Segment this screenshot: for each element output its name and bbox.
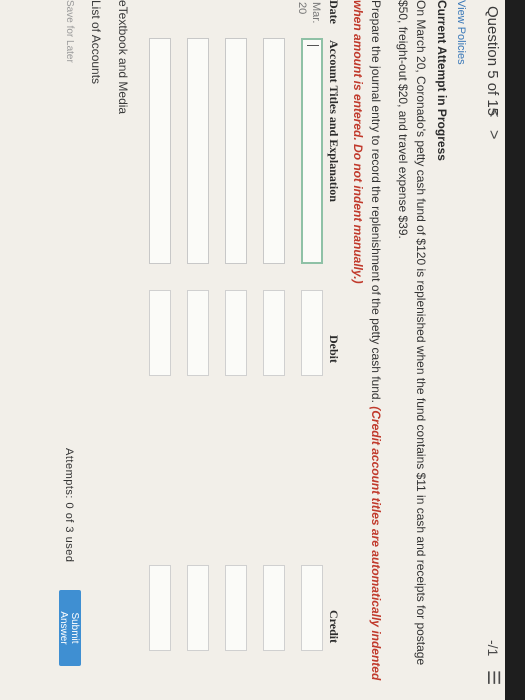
menu-icon[interactable]: ☰ (483, 670, 503, 685)
save-for-later-link[interactable]: Save for Later (64, 0, 75, 63)
text-cursor (307, 45, 319, 46)
debit-amount-input[interactable] (187, 290, 209, 376)
credit-amount-input[interactable] (187, 565, 209, 651)
question-counter: Question 5 of 15 (484, 6, 501, 117)
account-title-input[interactable] (263, 38, 285, 264)
list-of-accounts-link[interactable]: List of Accounts (89, 0, 103, 84)
instructions-text: Prepare the journal entry to record the … (369, 0, 383, 403)
view-policies-link[interactable]: View Policies (455, 0, 467, 65)
account-title-input[interactable] (225, 38, 247, 264)
attempt-status: Current Attempt in Progress (435, 0, 449, 161)
account-title-input[interactable] (149, 38, 171, 264)
top-bar (505, 0, 525, 700)
account-title-input[interactable] (301, 38, 323, 264)
assignment-page: Question 5 of 15 < > -/1 ☰ View Policies… (0, 0, 525, 700)
screen: Question 5 of 15 < > -/1 ☰ View Policies… (0, 0, 525, 700)
submit-answer-button[interactable]: Submit Answer (58, 590, 81, 666)
column-header-debit: Debit (327, 335, 341, 363)
chevron-left-icon[interactable]: < (484, 108, 502, 117)
column-header-credit: Credit (327, 610, 341, 644)
column-header-account: Account Titles and Explanation (327, 40, 341, 202)
entry-date-month: Mar. (310, 2, 322, 24)
question-score: -/1 (485, 640, 501, 657)
credit-amount-input[interactable] (149, 565, 171, 651)
entry-date-day: 20 (296, 2, 308, 15)
problem-statement: On March 20, Coronado's petty cash fund … (396, 0, 428, 666)
instructions: Prepare the journal entry to record the … (349, 0, 385, 690)
credit-amount-input[interactable] (225, 565, 247, 651)
debit-amount-input[interactable] (301, 290, 323, 376)
credit-amount-input[interactable] (301, 565, 323, 651)
chevron-right-icon[interactable]: > (484, 130, 502, 139)
etextbook-link[interactable]: eTextbook and Media (116, 0, 130, 114)
debit-amount-input[interactable] (263, 290, 285, 376)
debit-amount-input[interactable] (149, 290, 171, 376)
account-title-input[interactable] (187, 38, 209, 264)
debit-amount-input[interactable] (225, 290, 247, 376)
attempts-counter: Attempts: 0 of 3 used (63, 448, 75, 563)
column-header-date: Date (327, 0, 341, 24)
credit-amount-input[interactable] (263, 565, 285, 651)
